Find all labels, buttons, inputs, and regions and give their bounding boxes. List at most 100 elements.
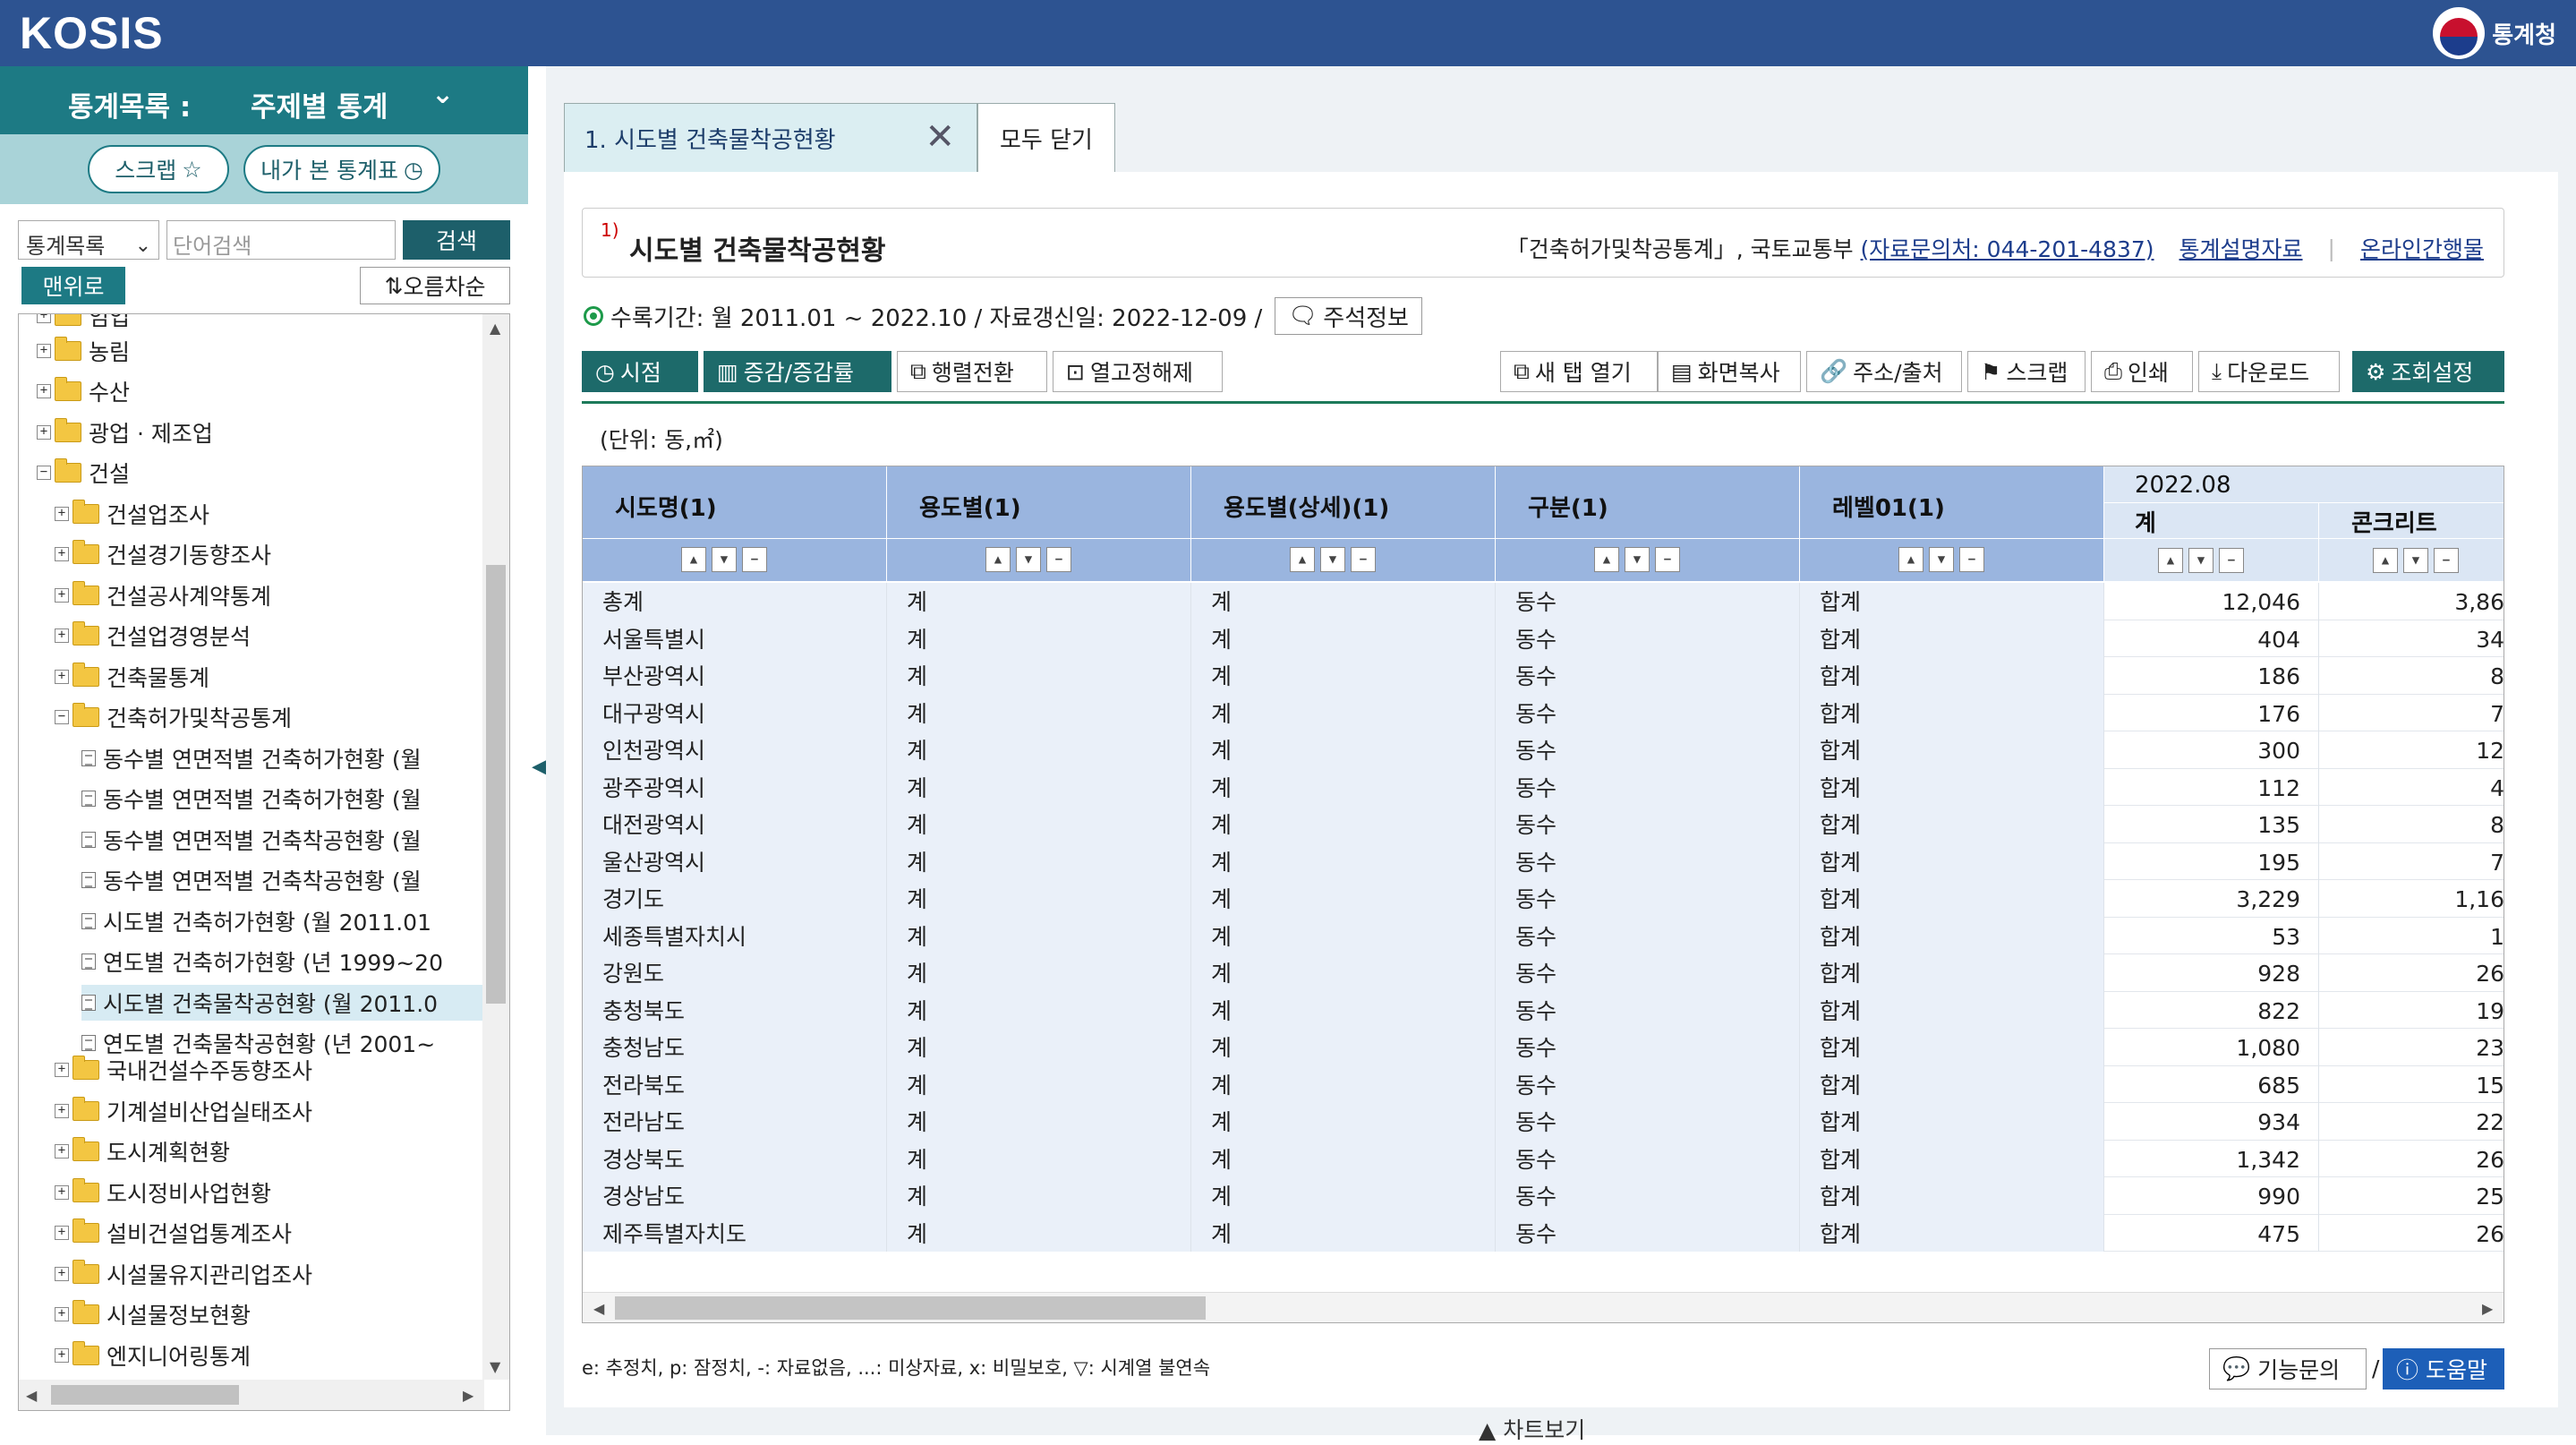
table-cell[interactable]: 1 xyxy=(2319,918,2503,955)
table-cell[interactable]: 합계 xyxy=(1800,768,2104,806)
expand-icon[interactable]: + xyxy=(55,506,69,521)
table-cell[interactable]: 동수 xyxy=(1496,731,1800,769)
table-cell[interactable]: 계 xyxy=(1191,880,1496,918)
table-cell[interactable]: 동수 xyxy=(1496,1140,1800,1177)
move-down-icon[interactable]: ▼ xyxy=(1625,547,1650,572)
table-cell[interactable]: 동수 xyxy=(1496,991,1800,1029)
table-cell[interactable]: 계 xyxy=(1191,1140,1496,1177)
table-cell[interactable]: 19 xyxy=(2319,992,2503,1030)
table-cell[interactable]: 계 xyxy=(887,1177,1191,1215)
table-cell[interactable]: 서울특별시 xyxy=(583,620,887,657)
table-cell[interactable]: 합계 xyxy=(1800,1177,2104,1215)
table-cell[interactable]: 계 xyxy=(887,991,1191,1029)
table-cell[interactable]: 합계 xyxy=(1800,806,2104,843)
table-row[interactable]: 경상남도 계 계 동수 합계 990 25 xyxy=(583,1177,2503,1215)
close-all-tabs-button[interactable]: 모두 닫기 xyxy=(977,103,1115,173)
table-cell[interactable]: 3,229 xyxy=(2104,880,2319,918)
tree-node[interactable]: 동수별 연면적별 건축허가현황 (월 xyxy=(81,740,484,776)
tree-node[interactable]: 시도별 건축허가현황 (월 2011.01 xyxy=(81,903,484,939)
table-cell[interactable]: 7 xyxy=(2319,695,2503,732)
url-source-button[interactable]: 🔗 주소/출처 xyxy=(1806,351,1962,392)
table-cell[interactable]: 합계 xyxy=(1800,1065,2104,1103)
search-button[interactable]: 검색 xyxy=(403,220,510,260)
expand-icon[interactable]: + xyxy=(37,424,51,440)
move-up-icon[interactable]: ▲ xyxy=(2373,548,2398,573)
table-cell[interactable]: 대전광역시 xyxy=(583,806,887,843)
new-tab-button[interactable]: ⧉ 새 탭 열기 xyxy=(1500,351,1658,392)
table-cell[interactable]: 계 xyxy=(887,694,1191,731)
change-rate-button[interactable]: ▥ 증감/증감률 xyxy=(704,351,891,392)
sub-column-header[interactable]: 콘크리트 ▲ ▼ − xyxy=(2319,503,2503,581)
table-cell[interactable]: 합계 xyxy=(1800,1214,2104,1252)
expand-icon[interactable]: + xyxy=(55,1347,69,1363)
table-cell[interactable]: 부산광역시 xyxy=(583,657,887,695)
table-cell[interactable]: 12 xyxy=(2319,731,2503,769)
tree-node[interactable]: − 건설 xyxy=(37,455,484,491)
table-cell[interactable]: 685 xyxy=(2104,1065,2319,1103)
column-header[interactable]: 시도명(1) ▲ ▼ − xyxy=(583,466,887,581)
table-cell[interactable]: 4 xyxy=(2319,769,2503,807)
table-cell[interactable]: 합계 xyxy=(1800,880,2104,918)
table-cell[interactable]: 15 xyxy=(2319,1066,2503,1104)
move-down-icon[interactable]: ▼ xyxy=(2188,548,2213,573)
tree-node[interactable]: + 국내건설수주동향조사 xyxy=(55,1052,484,1088)
tree-node[interactable]: 시도별 건축물착공현황 (월 2011.0 xyxy=(81,984,484,1021)
table-cell[interactable]: 동수 xyxy=(1496,694,1800,731)
tree-node[interactable]: + 농림 xyxy=(37,333,484,369)
table-cell[interactable]: 26 xyxy=(2319,1141,2503,1178)
table-cell[interactable]: 계 xyxy=(887,657,1191,695)
table-row[interactable]: 인천광역시 계 계 동수 합계 300 12 xyxy=(583,731,2503,769)
tree-scroll-thumb[interactable] xyxy=(486,565,506,1004)
table-cell[interactable]: 계 xyxy=(887,731,1191,769)
table-row[interactable]: 서울특별시 계 계 동수 합계 404 34 xyxy=(583,620,2503,657)
move-up-icon[interactable]: ▲ xyxy=(2158,548,2183,573)
expand-icon[interactable]: + xyxy=(55,547,69,561)
tab-active[interactable]: 1. 시도별 건축물착공현황 ✕ xyxy=(564,103,977,173)
time-button[interactable]: ◷ 시점 xyxy=(582,351,698,392)
table-cell[interactable]: 7 xyxy=(2319,843,2503,881)
agency-logo[interactable]: 통계청 xyxy=(2433,7,2556,59)
table-cell[interactable]: 합계 xyxy=(1800,917,2104,954)
table-cell[interactable]: 합계 xyxy=(1800,583,2104,620)
tree-node[interactable]: + 도시계획현황 xyxy=(55,1133,484,1169)
table-cell[interactable]: 195 xyxy=(2104,842,2319,880)
download-button[interactable]: ⤓ 다운로드 xyxy=(2198,351,2340,392)
expand-icon[interactable]: + xyxy=(55,669,69,684)
table-cell[interactable]: 계 xyxy=(887,917,1191,954)
query-settings-button[interactable]: ⚙ 조회설정 xyxy=(2352,351,2504,392)
table-cell[interactable]: 동수 xyxy=(1496,768,1800,806)
table-row[interactable]: 경상북도 계 계 동수 합계 1,342 26 xyxy=(583,1140,2503,1178)
table-row[interactable]: 제주특별자치도 계 계 동수 합계 475 26 xyxy=(583,1214,2503,1252)
table-cell[interactable]: 합계 xyxy=(1800,1029,2104,1066)
tree-node[interactable]: + 시설물정보현황 xyxy=(55,1296,484,1332)
scroll-left-icon[interactable]: ◀ xyxy=(593,1300,604,1317)
table-row[interactable]: 대구광역시 계 계 동수 합계 176 7 xyxy=(583,694,2503,732)
collapse-icon[interactable]: − xyxy=(2219,548,2244,573)
table-cell[interactable]: 합계 xyxy=(1800,954,2104,992)
table-cell[interactable]: 186 xyxy=(2104,657,2319,695)
pivot-button[interactable]: ⧉ 행렬전환 xyxy=(897,351,1047,392)
tree-node[interactable]: + 수산 xyxy=(37,373,484,409)
table-cell[interactable]: 1,080 xyxy=(2104,1029,2319,1066)
table-row[interactable]: 총계 계 계 동수 합계 12,046 3,86 xyxy=(583,583,2503,620)
table-cell[interactable]: 계 xyxy=(1191,806,1496,843)
move-down-icon[interactable]: ▼ xyxy=(1929,547,1954,572)
contact-link[interactable]: (자료문의처: 044-201-4837) xyxy=(1861,236,2154,262)
grid-horizontal-scrollbar[interactable]: ◀ ▶ xyxy=(583,1292,2503,1322)
inquiry-button[interactable]: 💬 기능문의 xyxy=(2209,1348,2367,1389)
tree-node[interactable]: 동수별 연면적별 건축착공현황 (월 xyxy=(81,862,484,898)
table-cell[interactable]: 동수 xyxy=(1496,954,1800,992)
table-cell[interactable]: 계 xyxy=(887,1103,1191,1141)
table-cell[interactable]: 동수 xyxy=(1496,1177,1800,1215)
table-cell[interactable]: 합계 xyxy=(1800,657,2104,695)
tree-node[interactable]: + 건설공사계약통계 xyxy=(55,577,484,613)
expand-icon[interactable]: + xyxy=(55,1307,69,1321)
table-cell[interactable]: 1,342 xyxy=(2104,1140,2319,1177)
table-cell[interactable]: 계 xyxy=(887,1214,1191,1252)
table-cell[interactable]: 충청북도 xyxy=(583,991,887,1029)
footnote-marker[interactable]: 1) xyxy=(601,219,619,241)
tree-node[interactable]: + 광업 · 제조업 xyxy=(37,415,484,450)
sort-ascending-button[interactable]: ⇅ 오름차순 xyxy=(360,267,510,304)
table-cell[interactable]: 990 xyxy=(2104,1177,2319,1215)
table-cell[interactable]: 광주광역시 xyxy=(583,768,887,806)
